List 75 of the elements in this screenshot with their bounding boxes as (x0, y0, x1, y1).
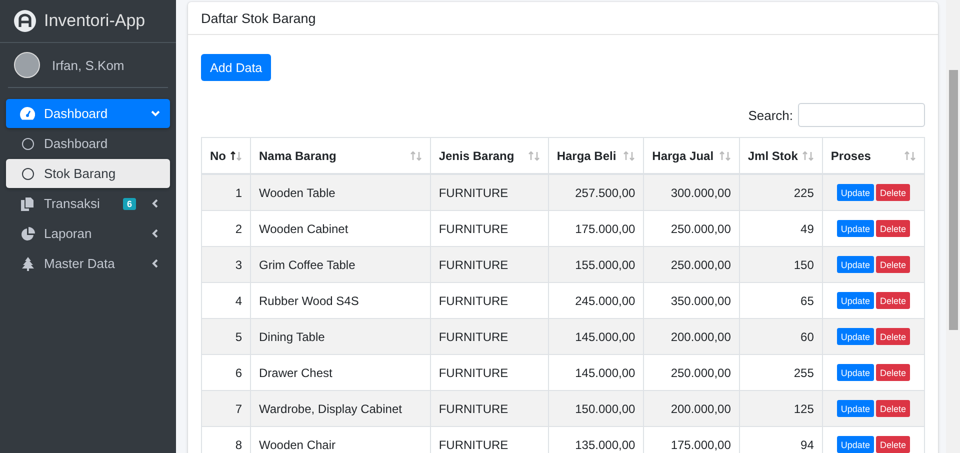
chevron-icon (151, 259, 160, 268)
table-cell: 8 (202, 426, 250, 453)
table-cell: Dining Table (250, 318, 430, 354)
sort-icon (528, 150, 540, 160)
table-cell: 3 (202, 246, 250, 282)
table-cell: FURNITURE (430, 246, 548, 282)
table-cell: 145.000,00 (548, 318, 644, 354)
sidebar-item[interactable]: Transaksi 6 (6, 189, 170, 218)
app-title: Inventori-App (44, 11, 146, 31)
table-cell: 300.000,00 (644, 174, 740, 210)
table-cell: 250.000,00 (644, 246, 740, 282)
count-badge: 6 (122, 198, 136, 210)
scrollbar-thumb[interactable] (948, 70, 958, 330)
table-cell: 200.000,00 (644, 390, 740, 426)
table-cell: 5 (202, 318, 250, 354)
table-cell: 155.000,00 (548, 246, 644, 282)
scrollbar[interactable] (946, 0, 960, 453)
sort-icon (904, 150, 916, 160)
table-cell: 60 (739, 318, 822, 354)
documents-icon (21, 196, 34, 210)
update-button[interactable]: Update (836, 400, 874, 417)
circle-icon (22, 168, 34, 180)
update-button[interactable]: Update (836, 256, 874, 273)
sort-icon (718, 150, 731, 160)
update-button[interactable]: Update (836, 364, 874, 381)
chevron-icon (151, 229, 160, 238)
sidebar-subitem[interactable]: Stok Barang (6, 159, 170, 188)
update-button[interactable]: Update (836, 328, 874, 345)
logo-icon (14, 10, 36, 32)
table-cell: 1 (202, 174, 250, 210)
sidebar-subitem[interactable]: Dashboard (6, 129, 170, 158)
table-cell: Grim Coffee Table (250, 246, 430, 282)
chevron-icon (151, 199, 160, 208)
sort-icon (802, 150, 814, 160)
sidebar-item[interactable]: Master Data (6, 249, 170, 278)
user-name[interactable]: Irfan, S.Kom (52, 58, 124, 72)
delete-button[interactable]: Delete (876, 184, 910, 201)
delete-button[interactable]: Delete (876, 220, 910, 237)
add-data-button[interactable]: Add Data (201, 54, 272, 81)
gauge-icon (20, 107, 35, 120)
update-button[interactable]: Update (836, 436, 874, 453)
table-cell: 257.500,00 (548, 174, 644, 210)
table-cell: Wooden Table (250, 174, 430, 210)
chevron-icon (151, 109, 160, 118)
search-field[interactable] (798, 103, 925, 127)
sort-icon (230, 150, 242, 160)
table-cell: 125 (739, 390, 822, 426)
circle-icon (22, 138, 34, 150)
delete-button[interactable]: Delete (876, 328, 910, 345)
update-button[interactable]: Update (836, 292, 874, 309)
delete-button[interactable]: Delete (876, 436, 910, 453)
update-button[interactable]: Update (836, 220, 874, 237)
table-cell: Wardrobe, Display Cabinet (250, 390, 430, 426)
sidebar-item[interactable]: Dashboard (6, 99, 170, 128)
table-cell: FURNITURE (430, 390, 548, 426)
sort-icon (410, 150, 422, 160)
table-cell: 7 (202, 390, 250, 426)
delete-button[interactable]: Delete (876, 364, 910, 381)
table-cell: FURNITURE (430, 318, 548, 354)
delete-button[interactable]: Delete (876, 256, 910, 273)
search-label: Search: (748, 108, 793, 122)
table-cell: 150 (739, 246, 822, 282)
update-button[interactable]: Update (836, 184, 874, 201)
avatar (14, 52, 40, 78)
sidebar-item[interactable]: Laporan (6, 219, 170, 248)
pie-chart-icon (20, 226, 34, 240)
table-cell: 225 (739, 174, 822, 210)
table-cell: 200.000,00 (644, 318, 740, 354)
table-cell: 150.000,00 (548, 390, 644, 426)
delete-button[interactable]: Delete (876, 400, 910, 417)
card-title: Daftar Stok Barang (201, 10, 316, 26)
sort-icon (623, 150, 636, 160)
table-cell: FURNITURE (430, 174, 548, 210)
tree-icon (22, 256, 34, 270)
delete-button[interactable]: Delete (876, 292, 910, 309)
